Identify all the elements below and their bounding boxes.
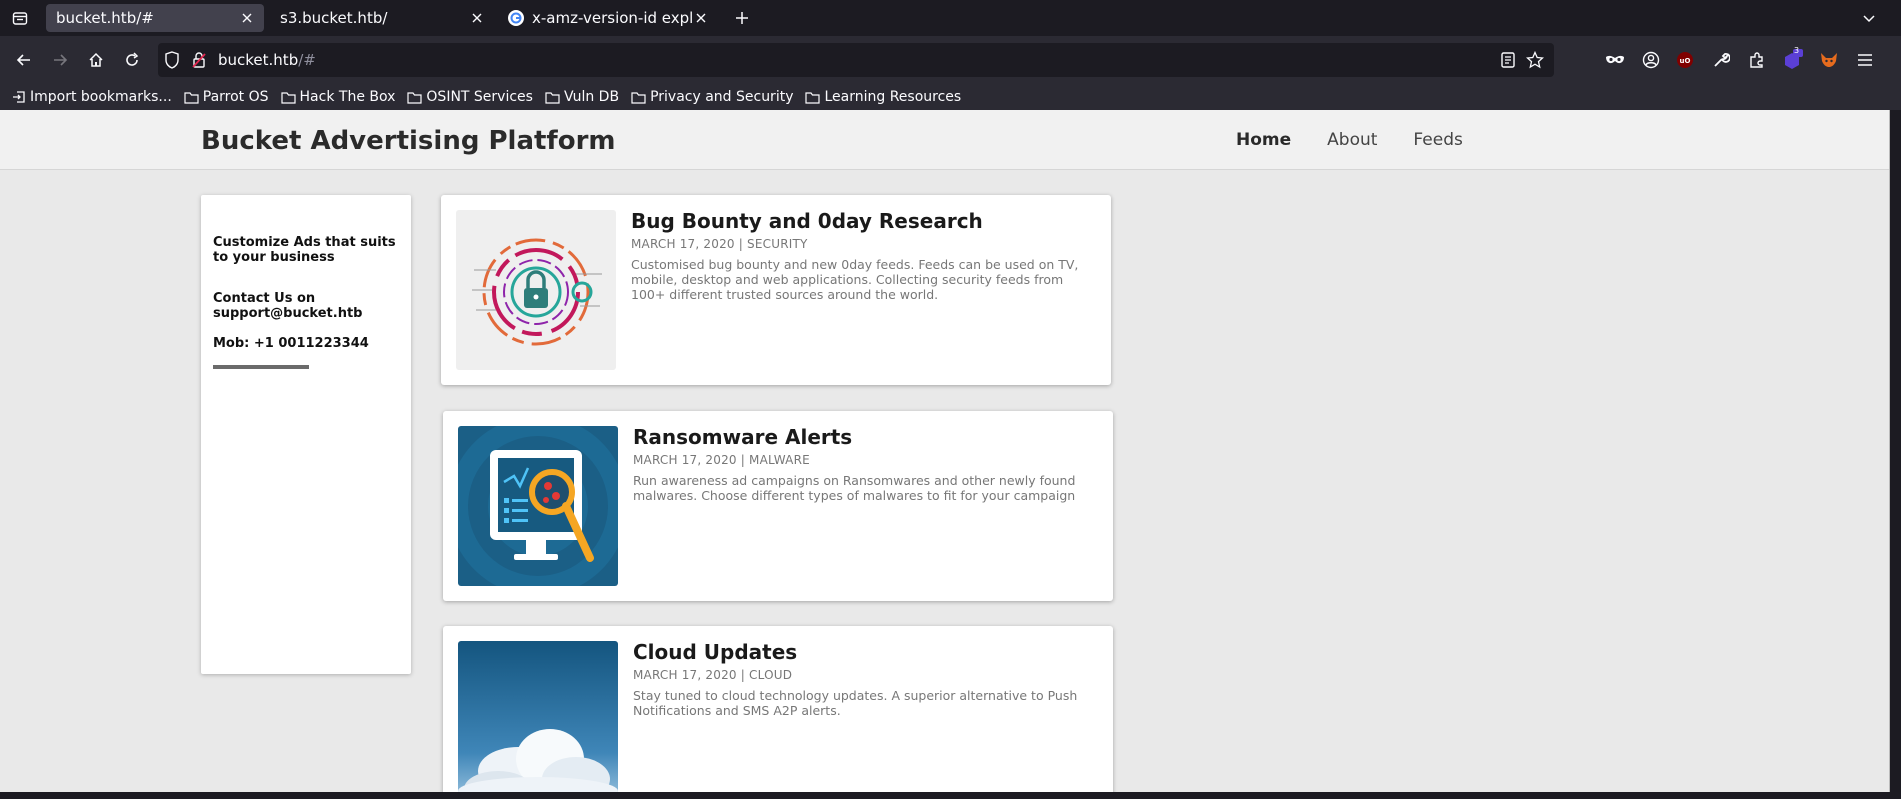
folder-icon <box>545 91 560 104</box>
hamburger-menu-icon[interactable] <box>1853 48 1877 72</box>
bookmark-import[interactable]: Import bookmarks... <box>12 89 172 105</box>
nav-about-link[interactable]: About <box>1327 130 1377 150</box>
post-title[interactable]: Cloud Updates <box>633 640 797 664</box>
tab-strip: bucket.htb/# s3.bucket.htb/ x-amz-versio… <box>0 0 1901 36</box>
post-meta: MARCH 17, 2020 | MALWARE <box>633 453 810 467</box>
post-card-bug-bounty: Bug Bounty and 0day Research MARCH 17, 2… <box>441 195 1111 385</box>
reader-view-icon[interactable] <box>1500 51 1516 73</box>
shield-icon[interactable] <box>164 51 180 73</box>
folder-icon <box>805 91 821 104</box>
new-tab-icon[interactable] <box>730 6 754 30</box>
import-icon <box>13 91 25 103</box>
forward-arrow-icon[interactable] <box>48 48 72 72</box>
post-card-cloud: Cloud Updates MARCH 17, 2020 | CLOUD Sta… <box>443 626 1113 792</box>
back-arrow-icon[interactable] <box>12 48 36 72</box>
reload-icon[interactable] <box>120 48 144 72</box>
cloud-sky-image <box>458 641 618 792</box>
sidebar-card: Customize Ads that suits to your busines… <box>201 195 411 674</box>
foxyproxy-icon[interactable] <box>1817 48 1841 72</box>
sidebar-tagline: Customize Ads that suits to your busines… <box>213 235 396 265</box>
url-text: bucket.htb/# <box>218 51 316 69</box>
tab-title: bucket.htb/# <box>56 9 154 27</box>
insecure-lock-icon[interactable] <box>192 51 206 73</box>
tab-title: x-amz-version-id exploit <box>532 9 692 27</box>
site-title: Bucket Advertising Platform <box>201 126 616 156</box>
bookmark-folder-parrot-os[interactable]: Parrot OS <box>184 89 269 105</box>
extension-badge-count: 3 <box>1794 46 1800 55</box>
ublock-origin-icon[interactable]: uO <box>1673 48 1697 72</box>
site-nav: Home About Feeds <box>1236 130 1499 150</box>
folder-icon <box>184 91 199 104</box>
site-header: Bucket Advertising Platform Home About F… <box>0 110 1889 170</box>
security-lock-image <box>456 210 616 370</box>
post-card-ransomware: Ransomware Alerts MARCH 17, 2020 | MALWA… <box>443 411 1113 601</box>
extensions-puzzle-icon[interactable] <box>1745 48 1769 72</box>
post-meta: MARCH 17, 2020 | CLOUD <box>633 668 793 682</box>
bookmark-label: Hack The Box <box>299 89 396 105</box>
malware-scan-image <box>458 426 618 586</box>
account-icon[interactable] <box>1639 48 1663 72</box>
bookmark-label: OSINT Services <box>426 89 533 105</box>
chevron-down-icon[interactable] <box>1857 6 1881 30</box>
post-description: Stay tuned to cloud technology updates. … <box>633 688 1078 718</box>
folder-icon <box>631 91 646 104</box>
home-icon[interactable] <box>84 48 108 72</box>
private-browsing-mask-icon[interactable] <box>1603 48 1627 72</box>
bookmark-folder-osint-services[interactable]: OSINT Services <box>407 89 533 105</box>
post-meta: MARCH 17, 2020 | SECURITY <box>631 237 808 251</box>
bookmark-folder-privacy-security[interactable]: Privacy and Security <box>631 89 793 105</box>
google-icon <box>508 10 524 26</box>
folder-icon <box>280 91 296 104</box>
extension-notification-icon[interactable]: 3 <box>1781 46 1805 72</box>
svg-text:uO: uO <box>1680 57 1691 65</box>
bookmark-folder-hack-the-box[interactable]: Hack The Box <box>280 89 396 105</box>
post-description: Run awareness ad campaigns on Ransomware… <box>633 473 1076 503</box>
page-viewport: Bucket Advertising Platform Home About F… <box>0 110 1890 792</box>
bookmarks-toolbar: Import bookmarks... Parrot OS Hack The B… <box>0 84 1901 110</box>
bookmark-label: Learning Resources <box>824 89 962 105</box>
sidebar-contact: Contact Us on support@bucket.htb <box>213 291 363 321</box>
tab-google-search[interactable]: x-amz-version-id exploit <box>498 4 718 32</box>
bookmark-star-icon[interactable] <box>1525 50 1545 73</box>
tab-bucket-home[interactable]: bucket.htb/# <box>46 4 264 32</box>
nav-home-link[interactable]: Home <box>1236 130 1291 150</box>
bookmark-folder-learning-resources[interactable]: Learning Resources <box>805 89 961 105</box>
post-description: Customised bug bounty and new 0day feeds… <box>631 257 1079 302</box>
bookmark-label: Vuln DB <box>563 89 620 105</box>
nav-feeds-link[interactable]: Feeds <box>1413 130 1462 150</box>
navigation-toolbar: bucket.htb/# uO 3 <box>0 36 1901 84</box>
close-tab-icon[interactable] <box>468 9 486 27</box>
tab-s3-bucket[interactable]: s3.bucket.htb/ <box>270 4 494 32</box>
sidebar-divider <box>213 365 309 369</box>
close-tab-icon[interactable] <box>238 9 256 27</box>
close-tab-icon[interactable] <box>692 9 710 27</box>
address-bar[interactable]: bucket.htb/# <box>158 43 1554 77</box>
bookmark-folder-vuln-db[interactable]: Vuln DB <box>545 89 619 105</box>
tab-title: s3.bucket.htb/ <box>280 9 388 27</box>
bookmark-label: Parrot OS <box>202 89 269 105</box>
post-title[interactable]: Bug Bounty and 0day Research <box>631 209 983 233</box>
sidebar-phone: Mob: +1 0011223344 <box>213 336 369 351</box>
bookmark-label: Import bookmarks... <box>30 89 172 105</box>
bookmark-label: Privacy and Security <box>650 89 794 105</box>
folder-icon <box>407 91 423 104</box>
wrench-icon[interactable] <box>1709 48 1733 72</box>
firefox-view-icon[interactable] <box>8 6 32 30</box>
post-title[interactable]: Ransomware Alerts <box>633 425 852 449</box>
